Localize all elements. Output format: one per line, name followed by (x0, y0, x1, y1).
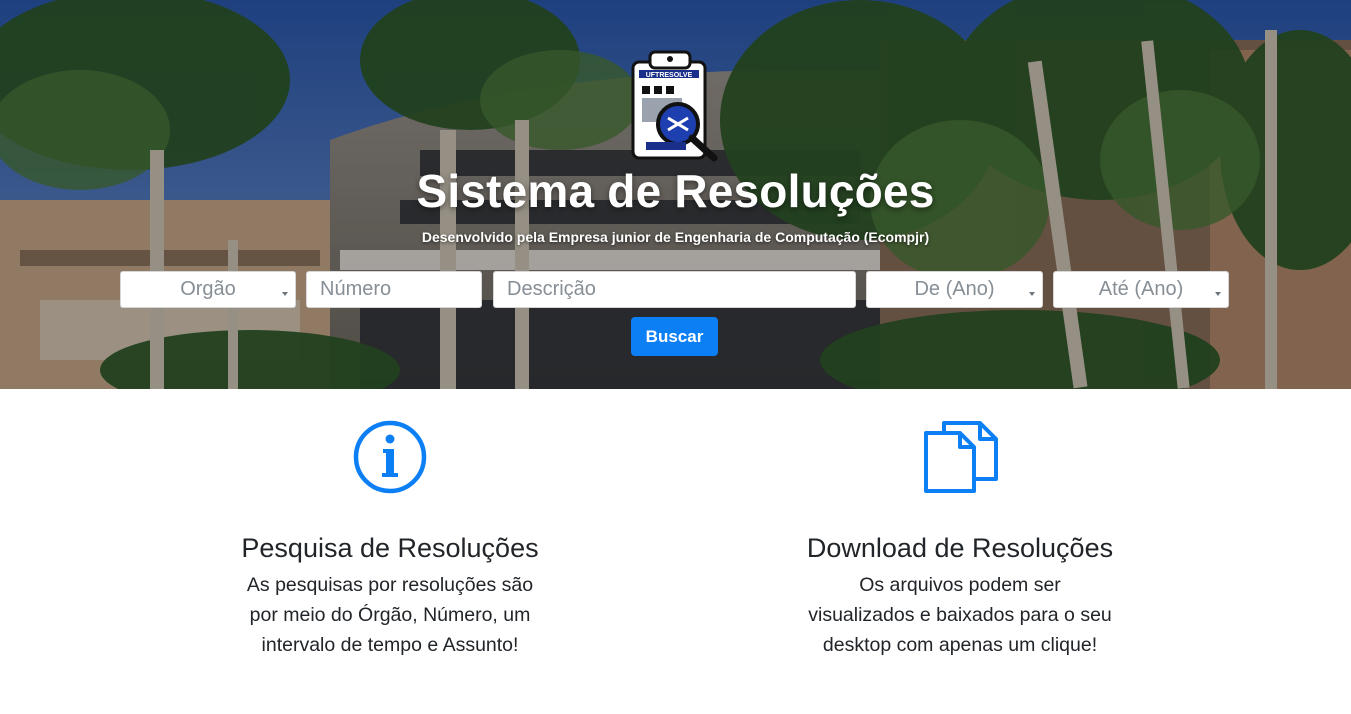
feature-text: As pesquisas por resoluções são por meio… (246, 574, 534, 657)
numero-input-placeholder: Número (320, 278, 392, 300)
chevron-down-icon (1029, 292, 1035, 296)
feature-title: Download de Resoluções (806, 533, 1114, 563)
feature-text: Os arquivos podem ser visualizados e bai… (808, 574, 1112, 657)
orgao-select-placeholder: Orgão (180, 278, 236, 300)
info-circle-icon (353, 420, 427, 494)
descricao-input-placeholder: Descrição (507, 278, 596, 300)
page-title: Sistema de Resoluções (416, 165, 935, 217)
documents-icon (924, 421, 998, 493)
uftresolve-logo: UFTRESOLVE (631, 50, 718, 162)
ate-ano-select[interactable]: Até (Ano) (1053, 271, 1229, 308)
chevron-down-icon (1215, 292, 1221, 296)
feature-pesquisa: Pesquisa de Resoluções As pesquisas por … (170, 419, 610, 660)
buscar-button[interactable]: Buscar (631, 317, 718, 356)
de-ano-select-placeholder: De (Ano) (914, 278, 995, 300)
numero-input[interactable]: Número (306, 271, 482, 308)
descricao-input[interactable]: Descrição (493, 271, 856, 308)
feature-title: Pesquisa de Resoluções (241, 533, 539, 563)
de-ano-select[interactable]: De (Ano) (866, 271, 1043, 308)
orgao-select[interactable]: Orgão (120, 271, 296, 308)
feature-download: Download de Resoluções Os arquivos podem… (740, 419, 1180, 660)
chevron-down-icon (282, 292, 288, 296)
ate-ano-select-placeholder: Até (Ano) (1098, 278, 1184, 300)
logo-text: UFTRESOLVE (646, 72, 693, 79)
hero-section: UFTRESOLVE Sistema de Resoluções Desenvo… (0, 0, 1351, 389)
page-subtitle: Desenvolvido pela Empresa junior de Enge… (421, 229, 930, 245)
